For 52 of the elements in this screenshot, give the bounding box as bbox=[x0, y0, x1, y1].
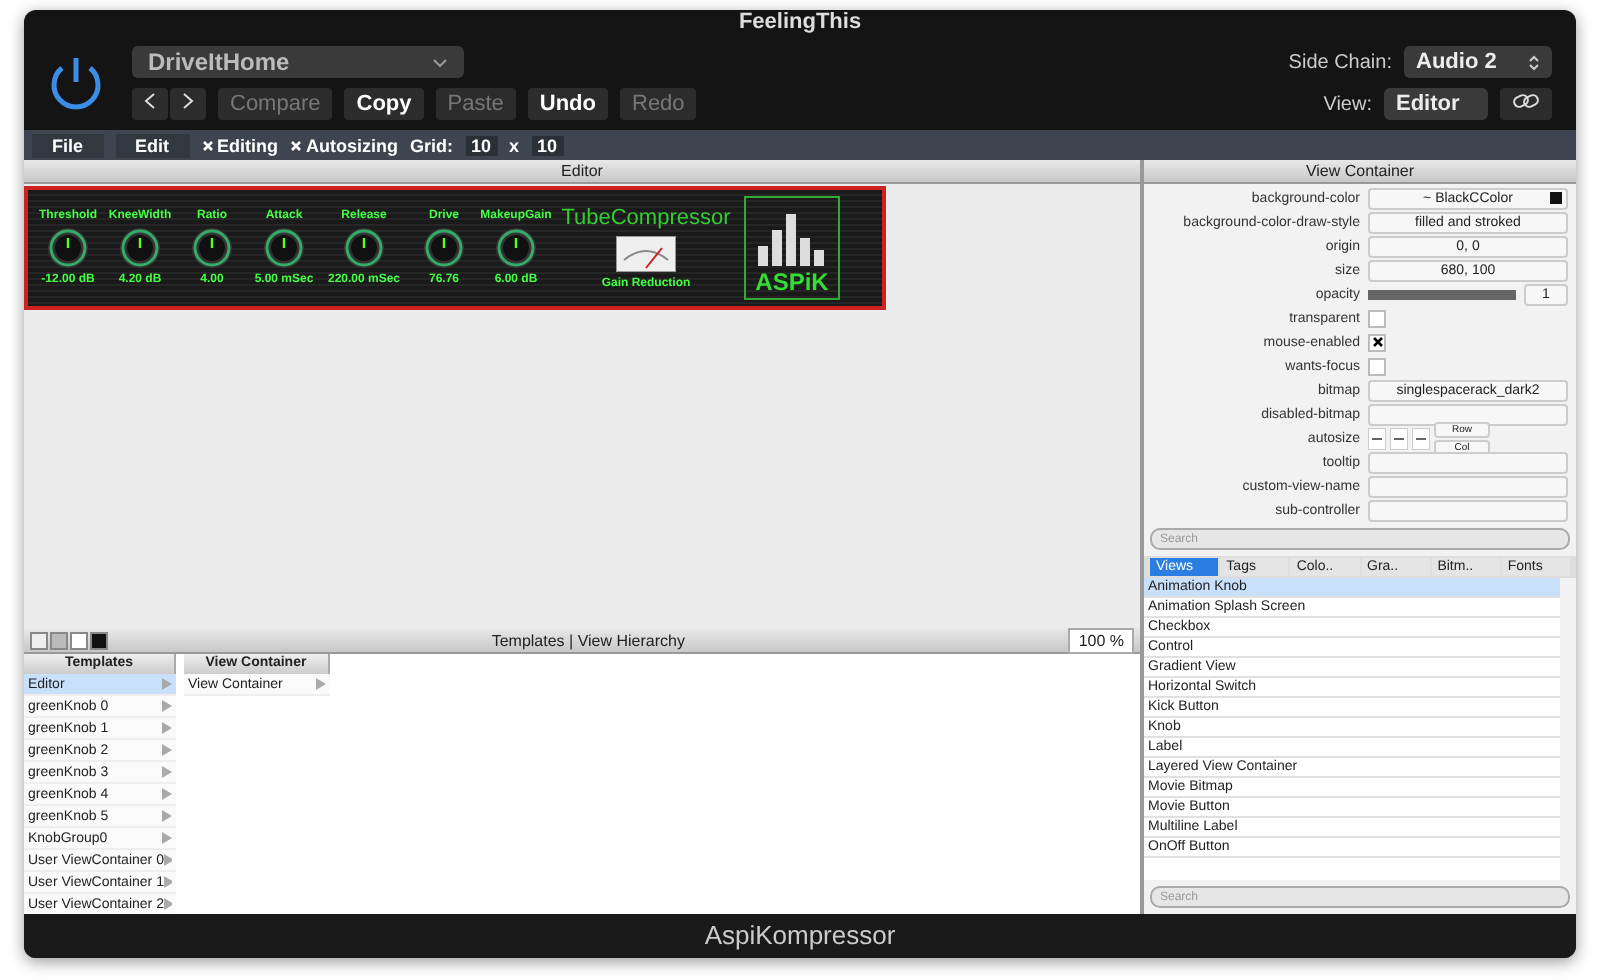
knob[interactable] bbox=[262, 226, 306, 270]
window-title: FeelingThis bbox=[736, 10, 864, 36]
footer-title: AspiKompressor bbox=[24, 914, 1576, 958]
knob[interactable] bbox=[46, 226, 90, 270]
property-field[interactable] bbox=[1368, 475, 1568, 497]
grid-label: Grid: bbox=[410, 135, 454, 155]
header-button[interactable]: Undo bbox=[527, 88, 608, 120]
panel-title: Templates | View Hierarchy bbox=[489, 629, 687, 651]
bars-icon bbox=[756, 214, 828, 266]
knob[interactable] bbox=[422, 226, 466, 270]
property-field[interactable] bbox=[1368, 403, 1568, 425]
panel-title: View Container bbox=[1144, 160, 1576, 184]
zoom-field[interactable]: 100 % bbox=[1068, 627, 1134, 653]
autosize-icon[interactable] bbox=[1390, 427, 1408, 449]
logo: ASPiK bbox=[755, 268, 829, 296]
checkbox[interactable] bbox=[1368, 309, 1386, 327]
menu-button[interactable]: Edit bbox=[115, 133, 190, 157]
link-icon bbox=[1512, 92, 1540, 110]
arrow-icon bbox=[316, 678, 326, 690]
grid-separator: x bbox=[509, 135, 520, 155]
side-chain-label: Side Chain: bbox=[1288, 51, 1392, 73]
forward-button[interactable] bbox=[170, 88, 206, 120]
back-icon bbox=[144, 92, 156, 110]
knob[interactable] bbox=[190, 226, 234, 270]
grid-field[interactable]: 10 bbox=[465, 135, 498, 155]
property-field[interactable] bbox=[1368, 499, 1568, 521]
stepper-icon bbox=[1528, 53, 1540, 71]
checkbox[interactable] bbox=[1368, 333, 1386, 351]
side-chain-dropdown[interactable]: Audio 2 bbox=[1404, 46, 1552, 78]
property-field[interactable] bbox=[1368, 451, 1568, 473]
knob[interactable] bbox=[342, 226, 386, 270]
vu-meter-icon bbox=[616, 236, 676, 272]
chevron-icon bbox=[432, 57, 448, 67]
preset-dropdown[interactable]: DriveItHome bbox=[132, 46, 464, 78]
checkbox[interactable] bbox=[1368, 357, 1386, 375]
autosize-icon[interactable] bbox=[1368, 427, 1386, 449]
knob[interactable] bbox=[118, 226, 162, 270]
view-dropdown[interactable]: Editor bbox=[1384, 88, 1488, 120]
autosize-icon[interactable] bbox=[1412, 427, 1430, 449]
header-button[interactable]: Copy bbox=[344, 88, 424, 120]
link-button[interactable] bbox=[1500, 88, 1552, 120]
toggle-label: Autosizing bbox=[306, 135, 399, 155]
toggle-label: Editing bbox=[217, 135, 279, 155]
view-label: View: bbox=[1323, 93, 1372, 115]
knob[interactable] bbox=[494, 226, 538, 270]
panel-title: Editor bbox=[24, 160, 1140, 184]
forward-icon bbox=[182, 92, 194, 110]
grid-field[interactable]: 10 bbox=[531, 135, 564, 155]
plugin-title: TubeCompressor bbox=[561, 206, 731, 230]
menu-button[interactable]: File bbox=[32, 133, 104, 157]
opacity-slider[interactable] bbox=[1368, 289, 1516, 299]
back-button[interactable] bbox=[132, 88, 168, 120]
